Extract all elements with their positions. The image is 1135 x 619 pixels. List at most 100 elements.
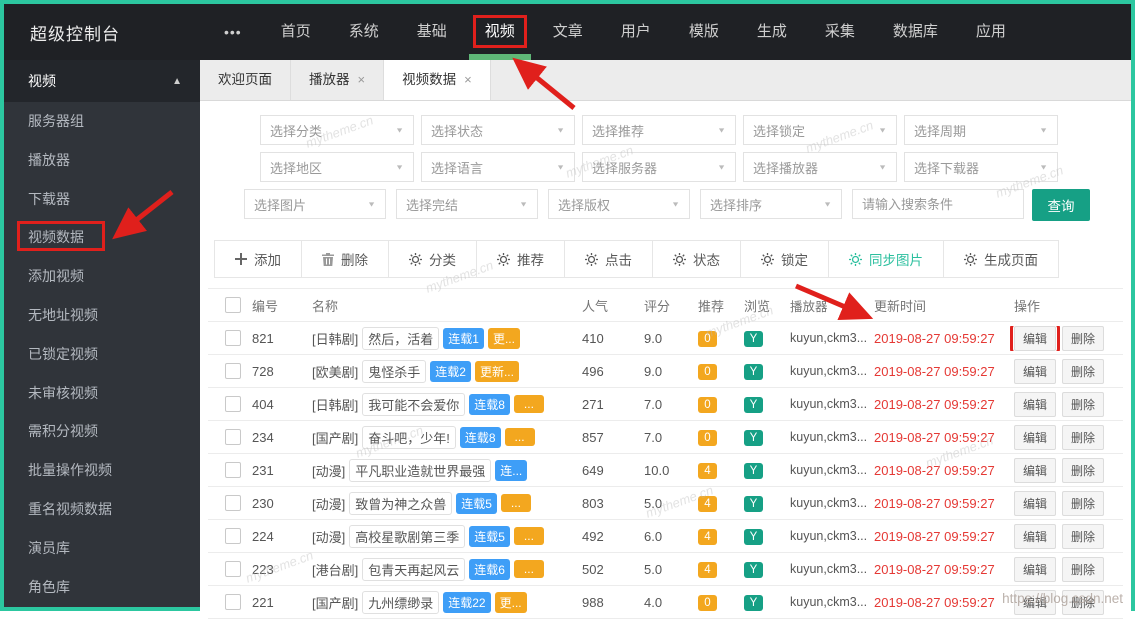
top-nav-item[interactable]: 应用 <box>962 4 1020 60</box>
tab[interactable]: 播放器 × <box>291 60 385 100</box>
row-delete-button[interactable]: 删除 <box>1062 391 1105 417</box>
update-badge[interactable]: 更... <box>487 327 520 349</box>
row-checkbox[interactable] <box>225 396 241 412</box>
edit-button[interactable]: 编辑 <box>1009 325 1061 351</box>
serial-badge[interactable]: 连载8 <box>459 426 501 448</box>
row-checkbox[interactable] <box>225 495 241 511</box>
filter-select[interactable]: 选择锁定 ▼ <box>743 115 897 145</box>
filter-select[interactable]: 选择下载器 ▼ <box>904 152 1058 182</box>
recommend-badge[interactable]: 4 <box>698 462 717 479</box>
recommend-badge[interactable]: 0 <box>698 330 717 347</box>
recommend-badge[interactable]: 4 <box>698 495 717 512</box>
query-button[interactable]: 查询 <box>1032 189 1090 221</box>
filter-select[interactable]: 选择播放器 ▼ <box>743 152 897 182</box>
browse-badge[interactable]: Y <box>744 462 763 479</box>
serial-badge[interactable]: 连载5 <box>456 492 497 514</box>
sidebar-item[interactable]: 播放器 <box>4 141 200 180</box>
top-nav-item[interactable]: 视频 <box>468 4 531 60</box>
edit-button[interactable]: 编辑 <box>1014 424 1057 450</box>
browse-badge[interactable]: Y <box>744 363 763 380</box>
browse-badge[interactable]: Y <box>744 594 763 611</box>
filter-select[interactable]: 选择服务器 ▼ <box>582 152 736 182</box>
recommend-badge[interactable]: 4 <box>698 528 717 545</box>
gear-action-button[interactable]: 推荐 <box>476 240 565 278</box>
filter-select[interactable]: 选择排序 ▼ <box>700 189 842 219</box>
top-nav-item[interactable]: 模版 <box>675 4 733 60</box>
recommend-badge[interactable]: 0 <box>698 594 717 611</box>
more-menu-icon[interactable]: ••• <box>224 24 242 40</box>
top-nav-item[interactable]: 基础 <box>403 4 461 60</box>
row-delete-button[interactable]: 删除 <box>1062 490 1105 516</box>
top-nav-item[interactable]: 数据库 <box>879 4 952 60</box>
filter-select[interactable]: 选择完结 ▼ <box>396 189 538 219</box>
edit-button[interactable]: 编辑 <box>1014 457 1057 483</box>
gear-action-button[interactable]: 点击 <box>564 240 653 278</box>
row-delete-button[interactable]: 删除 <box>1062 457 1105 483</box>
close-icon[interactable]: × <box>464 60 472 100</box>
sidebar-item[interactable]: 未审核视频 <box>4 374 200 413</box>
browse-badge[interactable]: Y <box>744 330 763 347</box>
filter-select[interactable]: 选择图片 ▼ <box>244 189 386 219</box>
update-badge[interactable]: ... <box>513 560 544 578</box>
sidebar-item[interactable]: 需积分视频 <box>4 412 200 451</box>
top-nav-item[interactable]: 文章 <box>539 4 597 60</box>
update-badge[interactable]: ... <box>504 428 535 446</box>
row-delete-button[interactable]: 删除 <box>1062 556 1105 582</box>
filter-select[interactable]: 选择地区 ▼ <box>260 152 414 182</box>
row-delete-button[interactable]: 删除 <box>1062 523 1105 549</box>
select-all-checkbox[interactable] <box>225 297 241 313</box>
row-checkbox[interactable] <box>225 561 241 577</box>
gear-action-button[interactable]: 状态 <box>652 240 741 278</box>
update-badge[interactable]: ... <box>513 395 544 413</box>
serial-badge[interactable]: 连载22 <box>443 591 491 613</box>
row-checkbox[interactable] <box>225 594 241 610</box>
top-nav-item[interactable]: 生成 <box>743 4 801 60</box>
tab[interactable]: 欢迎页面 × <box>200 60 291 100</box>
sidebar-item[interactable]: 已锁定视频 <box>4 335 200 374</box>
browse-badge[interactable]: Y <box>744 396 763 413</box>
sidebar-item[interactable]: 视频数据 <box>4 218 200 257</box>
sidebar-item[interactable]: 添加视频 <box>4 257 200 296</box>
recommend-badge[interactable]: 0 <box>698 396 717 413</box>
filter-select[interactable]: 选择状态 ▼ <box>421 115 575 145</box>
row-delete-button[interactable]: 删除 <box>1062 325 1105 351</box>
top-nav-item[interactable]: 首页 <box>267 4 325 60</box>
edit-button[interactable]: 编辑 <box>1014 556 1057 582</box>
recommend-badge[interactable]: 0 <box>698 363 717 380</box>
edit-button[interactable]: 编辑 <box>1014 391 1057 417</box>
filter-select[interactable]: 选择周期 ▼ <box>904 115 1058 145</box>
row-checkbox[interactable] <box>225 528 241 544</box>
row-checkbox[interactable] <box>225 330 241 346</box>
update-badge[interactable]: 更... <box>494 591 527 613</box>
sidebar-item[interactable]: 无地址视频 <box>4 296 200 335</box>
filter-select[interactable]: 选择版权 ▼ <box>548 189 690 219</box>
update-badge[interactable]: ... <box>513 527 544 545</box>
row-checkbox[interactable] <box>225 462 241 478</box>
row-delete-button[interactable]: 删除 <box>1062 358 1105 384</box>
filter-select[interactable]: 选择分类 ▼ <box>260 115 414 145</box>
top-nav-item[interactable]: 用户 <box>607 4 665 60</box>
delete-button[interactable]: 删除 <box>301 240 389 278</box>
recommend-badge[interactable]: 4 <box>698 561 717 578</box>
row-delete-button[interactable]: 删除 <box>1062 424 1105 450</box>
search-input[interactable] <box>852 189 1024 219</box>
serial-badge[interactable]: 连载5 <box>469 525 510 547</box>
edit-button[interactable]: 编辑 <box>1014 358 1057 384</box>
recommend-badge[interactable]: 0 <box>698 429 717 446</box>
sidebar-item[interactable]: 重名视频数据 <box>4 490 200 529</box>
serial-badge[interactable]: 连载6 <box>469 558 510 580</box>
gear-action-button[interactable]: 同步图片 <box>828 240 944 278</box>
sidebar-item[interactable]: 批量操作视频 <box>4 451 200 490</box>
sidebar-item[interactable]: 服务器组 <box>4 102 200 141</box>
sidebar-item[interactable]: 下载器 <box>4 180 200 219</box>
add-button[interactable]: 添加 <box>214 240 302 278</box>
edit-button[interactable]: 编辑 <box>1014 523 1057 549</box>
sidebar-group-video[interactable]: 视频 ▲ <box>4 60 200 102</box>
row-checkbox[interactable] <box>225 429 241 445</box>
serial-badge[interactable]: 连... <box>495 459 528 481</box>
tab[interactable]: 视频数据 × <box>384 60 491 100</box>
browse-badge[interactable]: Y <box>744 495 763 512</box>
close-icon[interactable]: × <box>358 60 366 100</box>
update-badge[interactable]: 更新... <box>474 360 519 382</box>
gear-action-button[interactable]: 锁定 <box>740 240 829 278</box>
